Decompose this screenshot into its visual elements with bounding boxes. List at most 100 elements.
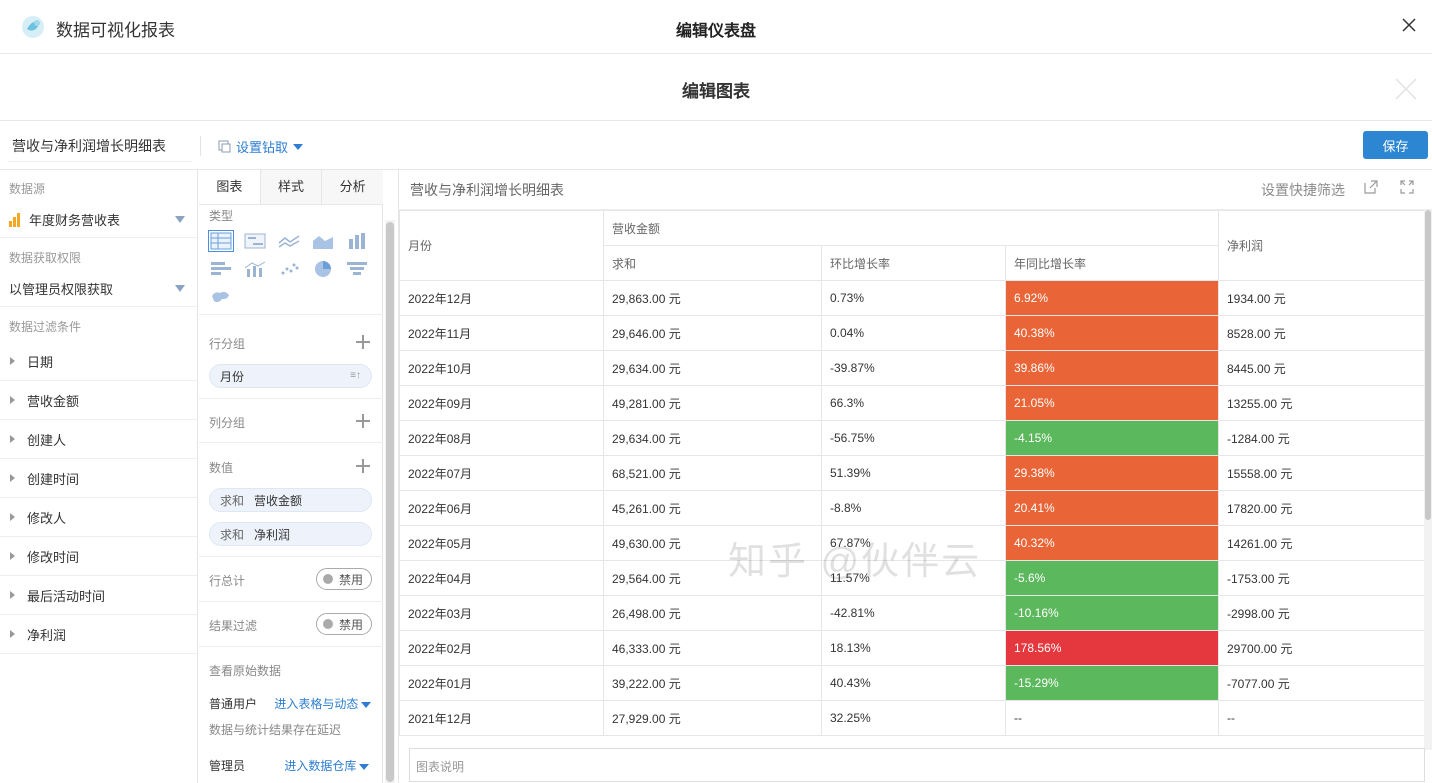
header-revenue-group[interactable]: 营收金额 bbox=[603, 210, 1219, 246]
row-group-field[interactable]: 月份 ≡↑ bbox=[209, 364, 372, 388]
table-body: 2022年12月 29,863.00 元 0.73% 6.92% 1934.00 元 20… bbox=[399, 280, 1426, 736]
quick-filter-button[interactable]: 设置快捷筛选 bbox=[1261, 180, 1345, 200]
filter-item[interactable]: 修改时间 bbox=[0, 537, 197, 576]
horizontal-bar-icon[interactable] bbox=[209, 259, 233, 279]
cell-yoy-rate: 178.56% bbox=[1005, 630, 1219, 666]
table-icon[interactable] bbox=[208, 230, 234, 252]
filter-item-label: 最后活动时间 bbox=[27, 588, 106, 604]
cell-month: 2022年08月 bbox=[399, 420, 604, 456]
filter-item[interactable]: 日期 bbox=[0, 342, 197, 381]
row-group-label: 行分组 bbox=[209, 337, 246, 351]
header-sum[interactable]: 求和 bbox=[603, 245, 822, 281]
cell-month: 2022年03月 bbox=[399, 595, 604, 631]
header-profit[interactable]: 净利润 bbox=[1218, 210, 1426, 281]
table-row: 2022年04月 29,564.00 元 11.57% -5.6% -1753.00 元 bbox=[399, 560, 1426, 596]
filter-item[interactable]: 净利润 bbox=[0, 615, 197, 654]
chart-caption-input[interactable]: 图表说明 bbox=[409, 748, 1425, 782]
map-icon[interactable] bbox=[209, 287, 233, 307]
sort-icon[interactable]: ≡↑ bbox=[350, 370, 361, 381]
table-scrollbar[interactable] bbox=[1424, 210, 1432, 750]
filter-item[interactable]: 营收金额 bbox=[0, 381, 197, 420]
cell-revenue-sum: 49,630.00 元 bbox=[603, 525, 822, 561]
combo-chart-icon[interactable] bbox=[243, 259, 267, 279]
close-icon[interactable] bbox=[1400, 16, 1418, 34]
line-chart-icon[interactable] bbox=[277, 231, 301, 251]
chart-name-input[interactable]: 营收与净利润增长明细表 bbox=[8, 132, 192, 162]
filter-item[interactable]: 修改人 bbox=[0, 498, 197, 537]
expand-icon bbox=[10, 591, 15, 599]
header-month[interactable]: 月份 bbox=[399, 210, 604, 281]
pie-chart-icon[interactable] bbox=[311, 259, 335, 279]
cell-revenue-sum: 68,521.00 元 bbox=[603, 455, 822, 491]
cell-yoy-rate: 6.92% bbox=[1005, 280, 1219, 316]
fullscreen-icon[interactable] bbox=[1399, 179, 1415, 195]
cell-mom-rate: 67.87% bbox=[821, 525, 1006, 561]
value-field[interactable]: 求和 营收金额 bbox=[209, 488, 372, 512]
filter-item[interactable]: 创建时间 bbox=[0, 459, 197, 498]
scrollbar-thumb[interactable] bbox=[386, 222, 394, 782]
chart-editor-header: 编辑图表 bbox=[0, 55, 1432, 121]
filter-item-label: 创建时间 bbox=[27, 471, 80, 487]
cell-month: 2022年10月 bbox=[399, 350, 604, 386]
expand-icon bbox=[10, 435, 15, 443]
add-row-group-button[interactable] bbox=[356, 335, 370, 349]
data-table: 月份 营收金额 净利润 求和 环比增长率 年同比增长率 2022年12月 29,8… bbox=[399, 210, 1426, 736]
cell-revenue-sum: 29,564.00 元 bbox=[603, 560, 822, 596]
scatter-icon[interactable] bbox=[277, 259, 301, 279]
expand-icon bbox=[10, 474, 15, 482]
cell-revenue-sum: 49,281.00 元 bbox=[603, 385, 822, 421]
scrollbar-thumb[interactable] bbox=[1425, 210, 1431, 520]
editor-toolbar: 营收与净利润增长明细表 设置钻取 保存 bbox=[0, 122, 1432, 170]
filter-item-label: 创建人 bbox=[27, 432, 67, 448]
chevron-down-icon[interactable] bbox=[359, 763, 370, 770]
cell-mom-rate: -42.81% bbox=[821, 595, 1006, 631]
value-field[interactable]: 求和 净利润 bbox=[209, 522, 372, 546]
admin-link[interactable]: 进入数据仓库 bbox=[284, 759, 356, 773]
add-col-group-button[interactable] bbox=[356, 414, 370, 428]
table-row: 2022年09月 49,281.00 元 66.3% 21.05% 13255.00 元 bbox=[399, 385, 1426, 421]
table-row: 2022年07月 68,521.00 元 51.39% 29.38% 15558.00 … bbox=[399, 455, 1426, 491]
value-agg: 求和 bbox=[220, 493, 245, 508]
add-value-button[interactable] bbox=[356, 459, 370, 473]
kpi-card-icon[interactable] bbox=[243, 231, 267, 251]
cell-mom-rate: 40.43% bbox=[821, 665, 1006, 701]
tab-analysis[interactable]: 分析 bbox=[322, 170, 384, 204]
divider bbox=[199, 601, 383, 602]
cell-profit: 13255.00 元 bbox=[1218, 385, 1426, 421]
header-mom[interactable]: 环比增长率 bbox=[821, 245, 1006, 281]
drill-setting-button[interactable]: 设置钻取 bbox=[218, 137, 304, 156]
cell-revenue-sum: 29,634.00 元 bbox=[603, 420, 822, 456]
tab-style[interactable]: 样式 bbox=[260, 170, 323, 204]
result-filter-toggle[interactable]: 禁用 bbox=[316, 613, 372, 635]
cell-month: 2022年06月 bbox=[399, 490, 604, 526]
cell-yoy-rate: -- bbox=[1005, 700, 1219, 736]
funnel-icon[interactable] bbox=[345, 259, 369, 279]
cell-revenue-sum: 29,863.00 元 bbox=[603, 280, 822, 316]
cell-mom-rate: 32.25% bbox=[821, 700, 1006, 736]
save-button[interactable]: 保存 bbox=[1363, 131, 1428, 159]
cell-mom-rate: 0.04% bbox=[821, 315, 1006, 351]
chevron-down-icon[interactable] bbox=[361, 701, 372, 708]
row-total-toggle[interactable]: 禁用 bbox=[316, 568, 372, 590]
cell-yoy-rate: 29.38% bbox=[1005, 455, 1219, 491]
normal-user-link[interactable]: 进入表格与动态 bbox=[274, 697, 358, 711]
cell-yoy-rate: 39.86% bbox=[1005, 350, 1219, 386]
header-yoy[interactable]: 年同比增长率 bbox=[1005, 245, 1219, 281]
filter-item[interactable]: 最后活动时间 bbox=[0, 576, 197, 615]
cell-mom-rate: -8.8% bbox=[821, 490, 1006, 526]
tab-chart[interactable]: 图表 bbox=[199, 170, 261, 204]
close-editor-icon[interactable] bbox=[1394, 77, 1418, 101]
cell-profit: -7077.00 元 bbox=[1218, 665, 1426, 701]
filter-item[interactable]: 创建人 bbox=[0, 420, 197, 459]
config-scrollbar[interactable] bbox=[385, 220, 395, 783]
open-external-icon[interactable] bbox=[1363, 179, 1379, 195]
cell-month: 2022年02月 bbox=[399, 630, 604, 666]
expand-icon bbox=[10, 630, 15, 638]
toggle-knob bbox=[323, 619, 333, 629]
bar-chart-icon[interactable] bbox=[345, 231, 369, 251]
drill-icon bbox=[218, 140, 231, 153]
datasource-select[interactable]: 年度财务营收表 bbox=[0, 202, 197, 238]
area-chart-icon[interactable] bbox=[311, 231, 335, 251]
table-row: 2022年11月 29,646.00 元 0.04% 40.38% 8528.00 元 bbox=[399, 315, 1426, 351]
permission-select[interactable]: 以管理员权限获取 bbox=[0, 271, 197, 307]
